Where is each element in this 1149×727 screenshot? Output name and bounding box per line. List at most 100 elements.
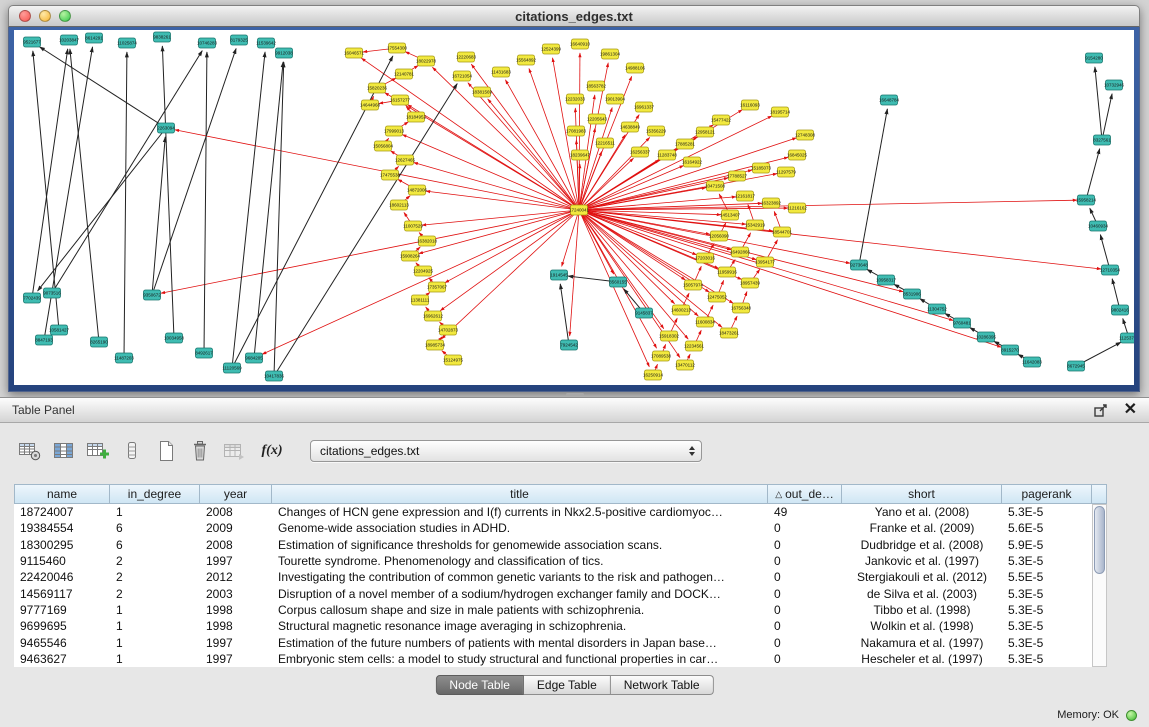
cell-short[interactable]: Yano et al. (2008): [842, 504, 1002, 520]
network-node[interactable]: 2263094: [157, 123, 175, 133]
table-scrollbar[interactable]: [1092, 504, 1107, 667]
cell-out_de[interactable]: 0: [768, 520, 842, 536]
network-node[interactable]: 18544701: [772, 227, 793, 237]
network-node[interactable]: 12205643: [587, 114, 608, 124]
network-node[interactable]: 19013904: [605, 94, 626, 104]
cell-pagerank[interactable]: 5.6E-5: [1002, 520, 1092, 536]
network-node[interactable]: 8492617: [195, 348, 213, 358]
table-row[interactable]: 969969511998Structural magnetic resonanc…: [14, 618, 1107, 634]
network-node[interactable]: 8614291: [85, 33, 103, 43]
network-node[interactable]: 18957439: [740, 278, 761, 288]
network-node[interactable]: 8847193: [35, 335, 53, 345]
network-node[interactable]: 16323892: [761, 198, 782, 208]
close-window-button[interactable]: [19, 10, 31, 22]
network-node[interactable]: 10034958: [164, 333, 185, 343]
network-node[interactable]: 14702873: [438, 325, 459, 335]
network-node[interactable]: 12220683: [456, 52, 477, 62]
network-node[interactable]: 18195714: [770, 107, 791, 117]
new-table-icon[interactable]: [152, 438, 180, 464]
network-edge[interactable]: [560, 284, 569, 345]
table-row[interactable]: 946554611997Estimation of the future num…: [14, 634, 1107, 650]
network-node[interactable]: 10460934: [1088, 221, 1109, 231]
network-node[interactable]: 19861304: [600, 49, 621, 59]
network-node[interactable]: 8531906: [903, 289, 921, 299]
network-node[interactable]: 17203016: [695, 253, 716, 263]
network-node[interactable]: 15056804: [373, 141, 394, 151]
cell-name[interactable]: 9465546: [14, 634, 110, 650]
network-node[interactable]: 12161817: [735, 191, 756, 201]
table-row[interactable]: 2242004622012Investigating the contribut…: [14, 569, 1107, 585]
network-node[interactable]: 16382018: [417, 236, 438, 246]
network-node[interactable]: 10732946: [1104, 80, 1125, 90]
network-node[interactable]: 8672945: [1067, 361, 1085, 371]
cell-in_degree[interactable]: 2: [110, 569, 200, 585]
network-node[interactable]: 15820236: [367, 83, 388, 93]
table-selector-dropdown[interactable]: citations_edges.txt: [310, 440, 702, 462]
cell-name[interactable]: 18724007: [14, 504, 110, 520]
network-node[interactable]: 17999013: [384, 126, 405, 136]
network-edge[interactable]: [1102, 94, 1112, 140]
cell-out_de[interactable]: 0: [768, 553, 842, 569]
network-node[interactable]: 11381111: [411, 295, 430, 305]
column-header-title[interactable]: title: [272, 484, 768, 504]
network-edge[interactable]: [1095, 67, 1102, 140]
cell-in_degree[interactable]: 1: [110, 651, 200, 667]
network-node[interactable]: 16157277: [390, 95, 411, 105]
cell-out_de[interactable]: 0: [768, 651, 842, 667]
tab-network-table[interactable]: Network Table: [611, 675, 714, 695]
network-node[interactable]: 18473261: [719, 328, 740, 338]
network-node[interactable]: 11304752: [927, 304, 947, 314]
cell-name[interactable]: 22420046: [14, 569, 110, 585]
network-node[interactable]: 10958317: [876, 275, 897, 285]
network-node[interactable]: 12234561: [684, 341, 705, 351]
network-node[interactable]: 18022978: [416, 56, 437, 66]
network-node[interactable]: 15477422: [711, 115, 732, 125]
network-edge[interactable]: [38, 128, 166, 291]
cell-year[interactable]: 1997: [200, 553, 272, 569]
network-edge[interactable]: [152, 49, 236, 295]
network-node[interactable]: 11539642: [256, 38, 276, 48]
network-node[interactable]: 18985734: [425, 340, 446, 350]
network-node[interactable]: 15185073: [751, 163, 772, 173]
network-edge[interactable]: [52, 51, 202, 293]
network-node[interactable]: 11431683: [491, 67, 511, 77]
network-edge[interactable]: [579, 200, 1077, 210]
cell-out_de[interactable]: 0: [768, 634, 842, 650]
network-node[interactable]: 16648784: [879, 95, 900, 105]
network-node[interactable]: 13954177: [755, 257, 776, 267]
network-node[interactable]: 16164922: [682, 157, 703, 167]
column-header-pagerank[interactable]: pagerank: [1002, 484, 1092, 504]
cell-title[interactable]: Changes of HCN gene expression and I(f) …: [272, 504, 768, 520]
network-edge[interactable]: [232, 52, 265, 368]
cell-title[interactable]: Corpus callosum shape and size in male p…: [272, 602, 768, 618]
network-node[interactable]: 17554300: [387, 43, 408, 53]
table-row[interactable]: 977716911998Corpus callosum shape and si…: [14, 602, 1107, 618]
network-node[interactable]: 12140781: [394, 69, 415, 79]
cell-pagerank[interactable]: 5.5E-5: [1002, 569, 1092, 585]
table-row[interactable]: 1872400712008Changes of HCN gene express…: [14, 504, 1107, 520]
cell-name[interactable]: 9115460: [14, 553, 110, 569]
cell-pagerank[interactable]: 5.3E-5: [1002, 602, 1092, 618]
tab-node-table[interactable]: Node Table: [435, 675, 524, 695]
network-node[interactable]: 14988106: [625, 63, 646, 73]
cell-out_de[interactable]: 49: [768, 504, 842, 520]
table-mode-icon[interactable]: [16, 438, 44, 464]
column-header-year[interactable]: year: [200, 484, 272, 504]
cell-in_degree[interactable]: 1: [110, 602, 200, 618]
network-node[interactable]: 11297579: [776, 167, 796, 177]
network-edge[interactable]: [408, 105, 579, 210]
network-node[interactable]: 14513407: [720, 210, 741, 220]
network-node[interactable]: 9521677: [23, 37, 41, 47]
network-node[interactable]: 14872006: [407, 185, 428, 195]
network-node[interactable]: 12627465: [395, 155, 416, 165]
network-edge[interactable]: [570, 210, 579, 336]
cell-short[interactable]: Nakamura et al. (1997): [842, 634, 1002, 650]
cell-pagerank[interactable]: 5.3E-5: [1002, 504, 1092, 520]
network-edge[interactable]: [204, 52, 207, 353]
minimize-window-button[interactable]: [39, 10, 51, 22]
table-row[interactable]: 1456911722003Disruption of a novel membe…: [14, 585, 1107, 601]
cell-in_degree[interactable]: 6: [110, 537, 200, 553]
cell-in_degree[interactable]: 2: [110, 585, 200, 601]
column-header-name[interactable]: name: [14, 484, 110, 504]
cell-pagerank[interactable]: 5.3E-5: [1002, 618, 1092, 634]
